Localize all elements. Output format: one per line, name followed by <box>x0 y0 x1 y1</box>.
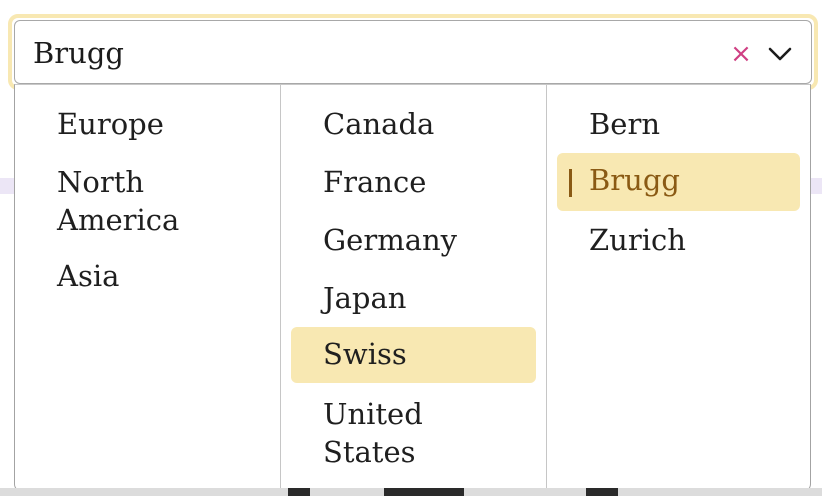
chevron-down-icon[interactable] <box>765 41 795 67</box>
menu-item-brugg[interactable]: Brugg <box>557 153 800 211</box>
menu-column-city: Bern Brugg Zurich <box>547 85 810 491</box>
page-edge-strip <box>0 488 822 496</box>
menu-item-united-states[interactable]: United States <box>291 387 536 479</box>
cascader-menu: Europe North America Asia Canada France … <box>14 84 811 492</box>
active-indicator <box>569 169 572 197</box>
menu-item-north-america[interactable]: North America <box>25 155 270 245</box>
menu-item-label: Brugg <box>589 163 680 197</box>
menu-item-label: Japan <box>323 281 407 315</box>
menu-item-label: Bern <box>589 107 661 141</box>
menu-item-label: North America <box>57 165 180 237</box>
menu-item-germany[interactable]: Germany <box>291 213 536 265</box>
menu-item-bern[interactable]: Bern <box>557 97 800 149</box>
menu-item-zurich[interactable]: Zurich <box>557 213 800 265</box>
page-edge-mark <box>288 488 310 496</box>
menu-item-label: Canada <box>323 107 435 141</box>
cascader-selector-inner: Brugg × <box>14 20 812 84</box>
menu-item-canada[interactable]: Canada <box>291 97 536 149</box>
cascader-selector[interactable]: Brugg × <box>8 14 818 90</box>
menu-item-label: United States <box>323 397 423 469</box>
close-icon[interactable]: × <box>729 37 753 71</box>
menu-item-japan[interactable]: Japan <box>291 271 536 323</box>
menu-item-europe[interactable]: Europe <box>25 97 270 149</box>
menu-item-label: Swiss <box>323 337 407 371</box>
menu-item-label: Germany <box>323 223 458 257</box>
menu-item-label: France <box>323 165 427 199</box>
menu-column-country: Canada France Germany Japan Swiss United… <box>281 85 547 491</box>
page-edge-mark <box>586 488 618 496</box>
selected-value: Brugg <box>33 36 124 70</box>
cascader: Brugg × Europe North America Asia Canada <box>8 14 818 494</box>
menu-item-swiss[interactable]: Swiss <box>291 327 536 383</box>
menu-item-label: Europe <box>57 107 164 141</box>
menu-item-label: Zurich <box>589 223 686 257</box>
menu-column-region: Europe North America Asia <box>15 85 281 491</box>
menu-item-asia[interactable]: Asia <box>25 249 270 301</box>
menu-item-label: Asia <box>57 259 120 293</box>
page-edge-mark <box>384 488 464 496</box>
menu-item-france[interactable]: France <box>291 155 536 207</box>
